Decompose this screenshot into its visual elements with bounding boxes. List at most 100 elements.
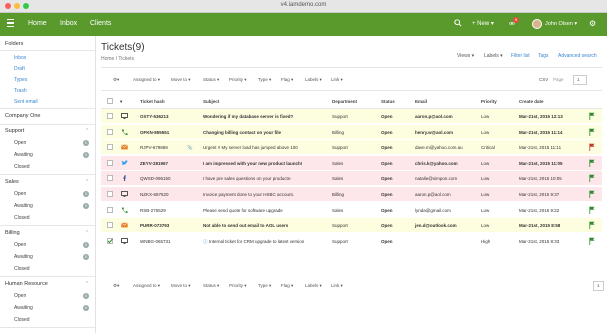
row-checkbox[interactable]	[107, 222, 113, 229]
row-checkbox[interactable]	[107, 206, 113, 213]
row-checkbox[interactable]	[107, 175, 113, 182]
toolbar-assigned-to[interactable]: Assigned to ▾	[133, 77, 160, 83]
folder-trash[interactable]: Trash	[14, 88, 27, 94]
toolbar-bottom-type[interactable]: Type ▾	[258, 283, 271, 289]
group-2-item-0[interactable]: Open	[14, 242, 26, 248]
table-row[interactable]: PURR-073793 Not able to send out email to…	[101, 218, 602, 234]
table-row[interactable]: ZEYV-281967 I am impressed with your new …	[101, 155, 602, 171]
ticket-subject[interactable]: I am impressed with your new product lau…	[203, 161, 302, 166]
settings-icon-bottom[interactable]: ⚙▾	[113, 283, 119, 289]
folder-inbox[interactable]: Inbox	[14, 55, 26, 61]
col-priority[interactable]: Priority	[481, 99, 497, 104]
row-checkbox[interactable]	[107, 191, 113, 197]
labels-dropdown[interactable]: Labels ▾	[484, 53, 503, 59]
group-0-item-1[interactable]: Awaiting	[14, 152, 33, 158]
ticket-subject[interactable]: Changing billing contact on your file	[203, 130, 281, 135]
toolbar-type[interactable]: Type ▾	[258, 77, 271, 83]
chevron-up-icon[interactable]: ⌃	[85, 281, 89, 287]
group-2-item-2[interactable]: Closed	[14, 266, 30, 272]
menu-icon[interactable]	[7, 19, 14, 27]
settings-icon[interactable]: ⚙▾	[113, 77, 119, 83]
toolbar-link[interactable]: Link ▾	[331, 77, 343, 83]
ticket-hash[interactable]: WNBG-065731	[140, 239, 171, 244]
toolbar-priority[interactable]: Priority ▾	[229, 77, 247, 83]
nav-inbox[interactable]: Inbox	[60, 20, 77, 27]
table-row[interactable]: WNBG-065731 ⓘ Internal ticket for CRM upgr…	[101, 233, 602, 249]
address-bar[interactable]: v4.iamdemo.com	[0, 2, 607, 8]
toolbar-status[interactable]: Status ▾	[203, 77, 219, 83]
col-ticket-hash[interactable]: Ticket hash	[140, 99, 165, 104]
ticket-email[interactable]: henry.w@aol.com	[415, 130, 453, 135]
ticket-hash[interactable]: RSB-275529	[140, 208, 166, 213]
nav-clients[interactable]: Clients	[90, 20, 111, 27]
toolbar-flag[interactable]: Flag ▾	[281, 77, 293, 83]
ticket-subject[interactable]: Urgent !! My server load has jumped abov…	[203, 145, 298, 150]
csv-button[interactable]: CSV	[539, 77, 548, 82]
group-0-item-2[interactable]: Closed	[14, 164, 30, 170]
ticket-subject[interactable]: I have pre sales questions on your produ…	[203, 176, 292, 181]
breadcrumb[interactable]: Home / Tickets	[101, 56, 134, 62]
gear-icon[interactable]: ⚙	[589, 19, 596, 28]
row-checkbox[interactable]	[107, 128, 113, 135]
ticket-email[interactable]: aaron.p@aol.com	[415, 114, 453, 119]
group-3-title[interactable]: Human Resource	[5, 281, 48, 287]
toolbar-labels[interactable]: Labels ▾	[305, 77, 322, 83]
chevron-up-icon[interactable]: ⌃	[85, 179, 89, 185]
ticket-hash[interactable]: PURR-073793	[140, 223, 169, 228]
flag-icon[interactable]	[589, 143, 595, 152]
toolbar-bottom-status[interactable]: Status ▾	[203, 283, 219, 289]
group-1-item-1[interactable]: Awaiting	[14, 203, 33, 209]
folder-draft[interactable]: Draft	[14, 66, 25, 72]
ticket-email[interactable]: chris.k@yahoo.com	[415, 161, 458, 166]
page-select-bottom[interactable]: 1	[593, 281, 604, 291]
user-menu[interactable]: John Olsen ▾	[545, 21, 577, 27]
group-3-item-1[interactable]: Awaiting	[14, 305, 33, 311]
advanced-search-link[interactable]: Advanced search	[558, 53, 597, 59]
ticket-hash[interactable]: OXTY-536213	[140, 114, 169, 119]
folder-types[interactable]: Types	[14, 77, 27, 83]
table-row[interactable]: RJPV-679869 📎 Urgent !! My server load has…	[101, 140, 602, 156]
toolbar-bottom-assigned-to[interactable]: Assigned to ▾	[133, 283, 160, 289]
search-icon[interactable]	[454, 19, 462, 27]
group-3-item-0[interactable]: Open	[14, 293, 26, 299]
views-dropdown[interactable]: Views ▾	[457, 53, 474, 59]
group-3-item-2[interactable]: Closed	[14, 317, 30, 323]
flag-icon[interactable]	[589, 206, 595, 214]
toolbar-bottom-link[interactable]: Link ▾	[331, 283, 343, 289]
nav-home[interactable]: Home	[28, 20, 47, 27]
row-checkbox[interactable]	[107, 144, 113, 151]
new-button[interactable]: + New ▾	[472, 20, 494, 27]
row-checkbox[interactable]	[107, 159, 113, 166]
table-row[interactable]: NZKX-687620 Invoice payment done to your …	[101, 187, 602, 202]
page-select[interactable]: 1	[573, 75, 587, 85]
chevron-up-icon[interactable]: ⌃	[85, 128, 89, 134]
col-email[interactable]: Email	[415, 99, 427, 104]
flag-icon[interactable]	[589, 221, 595, 230]
group-2-title[interactable]: Billing	[5, 230, 20, 236]
group-1-title[interactable]: Sales	[5, 179, 19, 185]
col-subject[interactable]: Subject	[203, 99, 219, 104]
flag-icon[interactable]	[589, 174, 595, 183]
filter-list-link[interactable]: Filter list	[511, 53, 530, 59]
toolbar-bottom-priority[interactable]: Priority ▾	[229, 283, 247, 289]
col-status[interactable]: Status	[381, 99, 395, 104]
toolbar-bottom-flag[interactable]: Flag ▾	[281, 283, 293, 289]
select-all-checkbox[interactable]	[107, 98, 113, 104]
table-row[interactable]: QWSD-096150 I have pre sales questions on…	[101, 171, 602, 187]
ticket-email[interactable]: dave.m@yahoo.com.au	[415, 145, 463, 150]
col-department[interactable]: Department	[332, 99, 357, 104]
table-row[interactable]: OFKN-855551 Changing billing contact on y…	[101, 124, 602, 140]
ticket-email[interactable]: lynda@gmail.com	[415, 208, 451, 213]
ticket-subject[interactable]: Wondering if my database server is fixed…	[203, 114, 293, 119]
ticket-email[interactable]: jen.d@outlook.com	[415, 223, 457, 228]
ticket-subject[interactable]: Invoice payment done to your HSBC accoun…	[203, 192, 294, 197]
row-checkbox[interactable]	[107, 113, 113, 119]
flag-icon[interactable]	[589, 237, 595, 245]
ticket-hash[interactable]: OFKN-855551	[140, 130, 169, 135]
flag-icon[interactable]	[589, 159, 595, 167]
ticket-subject[interactable]: Not able to send out email to AOL users	[203, 223, 288, 228]
col-create-date[interactable]: Create date	[519, 99, 544, 104]
tags-link[interactable]: Tags	[538, 53, 549, 59]
ticket-email[interactable]: aaron.p@aol.com	[415, 192, 451, 197]
flag-icon[interactable]	[589, 112, 595, 120]
